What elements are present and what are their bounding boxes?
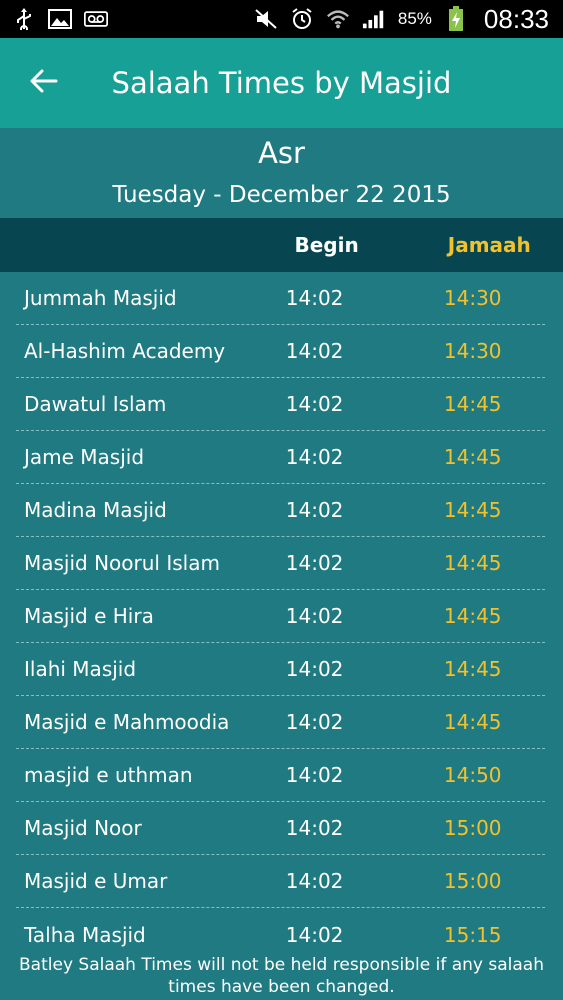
jamaah-time: 14:45 (443, 392, 502, 416)
alarm-icon (290, 8, 314, 30)
mute-icon (254, 8, 278, 30)
status-bar-right: 85% 08:33 (254, 4, 549, 35)
app-title: Salaah Times by Masjid (111, 66, 452, 100)
begin-time: 14:02 (285, 498, 344, 522)
begin-time: 14:02 (285, 710, 344, 734)
masjid-name: Masjid e Hira (24, 604, 154, 628)
voicemail-icon (84, 8, 108, 30)
list-item[interactable]: Masjid e Hira 14:02 14:45 (16, 590, 545, 643)
masjid-name: Masjid e Mahmoodia (24, 710, 230, 734)
footer-disclaimer: Batley Salaah Times will not be held res… (19, 955, 544, 997)
list-item[interactable]: Masjid Noor 14:02 15:00 (16, 802, 545, 855)
list-item[interactable]: Al-Hashim Academy 14:02 14:30 (16, 325, 545, 378)
list-item[interactable]: masjid e uthman 14:02 14:50 (16, 749, 545, 802)
signal-icon (362, 8, 386, 30)
prayer-header: Asr Tuesday - December 22 2015 (0, 128, 563, 218)
masjid-name: Jame Masjid (24, 445, 145, 469)
status-bar: 85% 08:33 (0, 0, 563, 38)
masjid-name: Dawatul Islam (24, 392, 167, 416)
jamaah-time: 14:45 (443, 445, 502, 469)
jamaah-time: 15:00 (443, 869, 502, 893)
list-item[interactable]: Jummah Masjid 14:02 14:30 (16, 272, 545, 325)
column-header-begin: Begin (294, 233, 359, 257)
image-icon (48, 8, 72, 30)
masjid-name: Masjid e Umar (24, 869, 168, 893)
wifi-icon (326, 8, 350, 30)
jamaah-time: 14:45 (443, 498, 502, 522)
masjid-name: Masjid Noor (24, 816, 142, 840)
begin-time: 14:02 (285, 286, 344, 310)
begin-time: 14:02 (285, 445, 344, 469)
begin-time: 14:02 (285, 763, 344, 787)
list-item[interactable]: Dawatul Islam 14:02 14:45 (16, 378, 545, 431)
masjid-name: masjid e uthman (24, 763, 193, 787)
list-item[interactable]: Madina Masjid 14:02 14:45 (16, 484, 545, 537)
column-header-jamaah: Jamaah (447, 233, 531, 257)
list-item[interactable]: Masjid Noorul Islam 14:02 14:45 (16, 537, 545, 590)
begin-time: 14:02 (285, 816, 344, 840)
jamaah-time: 14:30 (443, 286, 502, 310)
begin-time: 14:02 (285, 657, 344, 681)
back-button[interactable] (14, 53, 74, 113)
jamaah-time: 14:45 (443, 710, 502, 734)
list-item[interactable]: Jame Masjid 14:02 14:45 (16, 431, 545, 484)
clock: 08:33 (483, 3, 549, 34)
jamaah-time: 14:45 (443, 604, 502, 628)
prayer-name: Asr (258, 136, 305, 170)
list-item[interactable]: Ilahi Masjid 14:02 14:45 (16, 643, 545, 696)
begin-time: 14:02 (285, 604, 344, 628)
jamaah-time: 14:45 (443, 657, 502, 681)
masjid-name: Masjid Noorul Islam (24, 551, 220, 575)
masjid-name: Jummah Masjid (24, 286, 177, 310)
begin-time: 14:02 (285, 551, 344, 575)
masjid-name: Ilahi Masjid (24, 657, 137, 681)
usb-icon (12, 8, 36, 30)
jamaah-time: 15:00 (443, 816, 502, 840)
begin-time: 14:02 (285, 922, 344, 947)
begin-time: 14:02 (285, 869, 344, 893)
status-bar-left (12, 8, 108, 30)
list-item[interactable]: Masjid e Umar 14:02 15:00 (16, 855, 545, 908)
column-header: Begin Jamaah (0, 218, 563, 272)
jamaah-time: 14:45 (443, 551, 502, 575)
jamaah-time: 14:30 (443, 339, 502, 363)
begin-time: 14:02 (285, 339, 344, 363)
arrow-left-icon (30, 69, 58, 97)
jamaah-time: 14:50 (443, 763, 502, 787)
masjid-name: Madina Masjid (24, 498, 167, 522)
jamaah-time: 15:15 (443, 922, 502, 947)
list-item[interactable]: Masjid e Mahmoodia 14:02 14:45 (16, 696, 545, 749)
begin-time: 14:02 (285, 392, 344, 416)
battery-percent: 85% (397, 9, 432, 28)
prayer-date: Tuesday - December 22 2015 (112, 182, 451, 208)
app-bar: Salaah Times by Masjid (0, 38, 563, 128)
masjid-name: Talha Masjid (24, 922, 146, 947)
masjid-list: Jummah Masjid 14:02 14:30 Al-Hashim Acad… (0, 272, 563, 961)
battery-charging-icon (444, 6, 468, 31)
masjid-name: Al-Hashim Academy (24, 339, 226, 363)
